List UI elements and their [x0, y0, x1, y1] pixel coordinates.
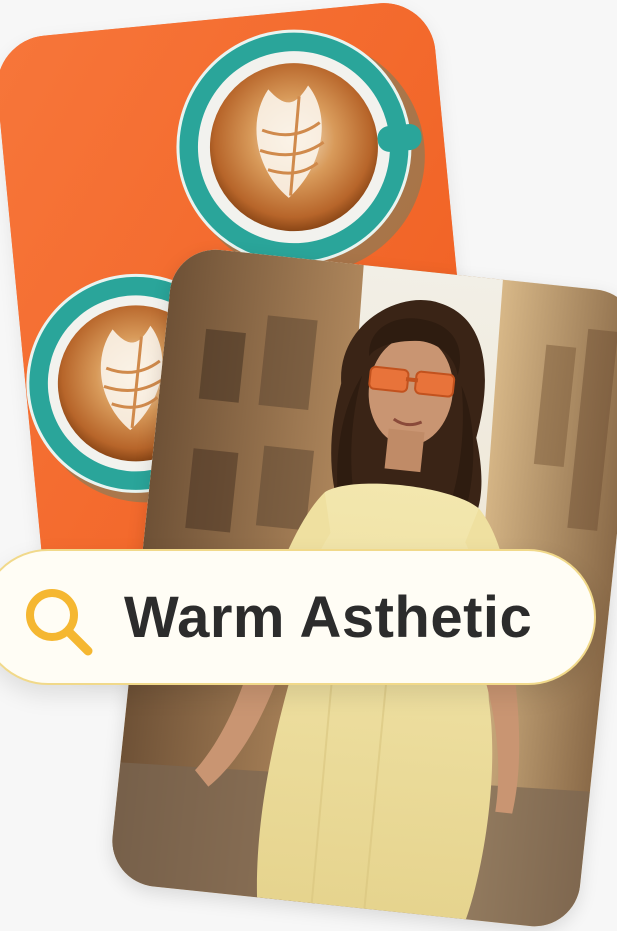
search-query-text: Warm Asthetic: [124, 585, 533, 650]
search-icon: [26, 589, 93, 656]
search-bar[interactable]: Warm Asthetic: [0, 549, 596, 685]
